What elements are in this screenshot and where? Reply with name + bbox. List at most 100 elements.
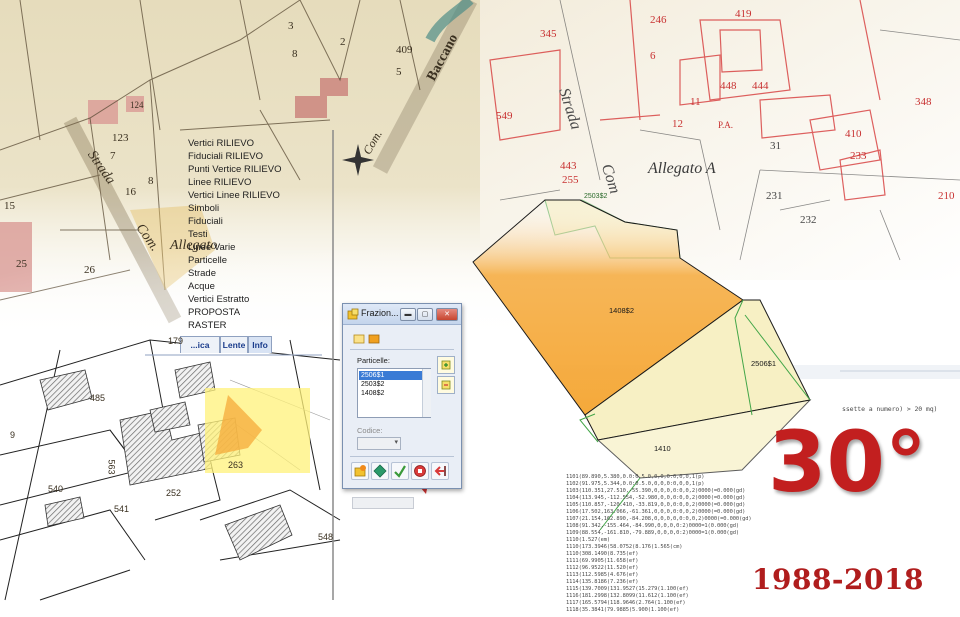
divider (350, 349, 454, 350)
redline-label: 348 (915, 96, 932, 108)
chevron-down-icon: ▾ (394, 439, 398, 446)
redline-label: 11 (690, 96, 701, 108)
cad-parcel-label: 1410 (654, 444, 671, 453)
open-folder-icon (353, 334, 365, 344)
redline-label: 12 (672, 118, 683, 130)
add-icon (441, 360, 451, 370)
layer-item[interactable]: RASTER (188, 320, 227, 331)
old-map-label: 124 (130, 100, 144, 110)
layer-item[interactable]: Vertici Linee RILIEVO (188, 190, 280, 201)
layer-item[interactable]: Punti Vertice RILIEVO (188, 164, 281, 175)
parcel-label: 540 (48, 484, 64, 494)
old-map-label: 3 (288, 20, 294, 32)
terminal-line: 1110(1.527(em) (566, 537, 611, 543)
stop-button[interactable] (411, 462, 429, 480)
redline-label: 448 (720, 80, 737, 92)
particelle-list[interactable]: 2506$1 2503$2 1408$2 (357, 368, 431, 418)
terminal-line: 1111(69.9905(11.658(ef) (566, 558, 639, 564)
terminal-line: 1104(113.945,-112.554,-52.980,0,0,0:0,0,… (566, 495, 746, 501)
terminal-line: 1117(165.5794(118.9646(2.764(1.100(ef) (566, 600, 686, 606)
terminal-line: 1106(17.502,163.066,-61.361,0,0,0,0:0,0,… (566, 509, 746, 515)
layer-item[interactable]: Fiduciali (188, 216, 223, 227)
map-background (0, 0, 960, 601)
layer-item[interactable]: Particelle (188, 255, 227, 266)
redline-label: 419 (735, 8, 752, 20)
cad-parcel-label: 2506$1 (751, 359, 777, 368)
maximize-button[interactable]: ▢ (417, 308, 433, 321)
layer-item[interactable]: Strade (188, 268, 216, 279)
particelle-label: Particelle: (357, 356, 390, 365)
list-item[interactable]: 1408$2 (359, 389, 424, 398)
old-map-label: 2 (340, 36, 346, 48)
terminal-line: 1115(139.7009(131.9527(15.279(1.100(ef) (566, 586, 689, 592)
redline-label: 443 (560, 160, 577, 172)
diamond-button[interactable] (371, 462, 389, 480)
tab-lente[interactable]: Lente (220, 336, 248, 353)
redline-label: 345 (540, 28, 557, 40)
anniversary-years: 1988-2018 (752, 563, 924, 596)
layer-item[interactable]: PROPOSTA (188, 307, 240, 318)
layer-item[interactable]: Acque (188, 281, 215, 292)
parcel-label: 179 (168, 336, 184, 346)
redline-label: 231 (766, 190, 783, 202)
folder-icon (368, 334, 380, 344)
redline-label: 6 (650, 50, 656, 62)
list-item[interactable]: 2503$2 (359, 380, 424, 389)
divider (350, 456, 454, 457)
redline-label: 31 (770, 140, 781, 152)
layer-item[interactable]: Linee RILIEVO (188, 177, 251, 188)
redline-label: P.A. (718, 120, 734, 130)
list-scrollbar[interactable] (422, 369, 431, 417)
redline-label: 233 (850, 150, 867, 162)
close-button[interactable]: ✕ (436, 308, 458, 321)
old-map-label: 25 (16, 258, 27, 270)
anniversary-number: 30° (768, 413, 927, 511)
layer-item[interactable]: Testi (188, 229, 208, 240)
terminal-line: 1110(308.1490(8.735(ef) (566, 551, 639, 557)
new-button[interactable] (351, 462, 369, 480)
tab-grafica[interactable]: ...ica (180, 336, 220, 353)
cad-parcel-label: 2503$2 (584, 193, 608, 200)
list-item[interactable]: 2506$1 (359, 371, 424, 380)
parcel-label: 9 (10, 430, 16, 440)
redline-label: 255 (562, 174, 579, 186)
status-strip (352, 497, 414, 509)
confirm-button[interactable] (391, 462, 409, 480)
redline-label: 246 (650, 14, 667, 26)
parcel-label: 252 (166, 488, 182, 498)
layer-item[interactable]: Simboli (188, 203, 219, 214)
redline-label: 210 (938, 190, 955, 202)
frazionamento-dialog: Frazion... ▬ ▢ ✕ Particelle: 2506$1 2503… (342, 303, 462, 489)
terminal-line: 1109(88.554,-161.810,-79.889,0,0,0,0:2)0… (566, 530, 739, 536)
old-map-label: 15 (4, 200, 15, 212)
folder-toolbar (353, 334, 380, 344)
redline-label: 549 (496, 110, 513, 122)
add-parcel-button[interactable] (437, 356, 455, 374)
old-map-label: 123 (112, 132, 129, 144)
terminal-line: 1118(35.3841(79.9885(5.900(1.100(ef) (566, 607, 680, 613)
terminal-line: 1110(173.3946(58.0752(8.176(1.565(cm) (566, 544, 683, 550)
tab-info[interactable]: Info (248, 336, 272, 353)
layer-item[interactable]: Linee Varie (188, 242, 235, 253)
minimize-button[interactable]: ▬ (400, 308, 416, 321)
codice-select[interactable]: ▾ (357, 437, 401, 450)
terminal-line: 1114(135.8186(7.236(ef) (566, 579, 639, 585)
app-icon (347, 308, 359, 320)
parcel-label: 548 (318, 532, 334, 542)
exit-button[interactable] (431, 462, 449, 480)
dialog-titlebar[interactable]: Frazion... ▬ ▢ ✕ (343, 304, 461, 325)
remove-parcel-button[interactable] (437, 376, 455, 394)
layer-item[interactable]: Vertici Estratto (188, 294, 249, 305)
old-map-label: 26 (84, 264, 95, 276)
terminal-line: 1112(96.9522(11.520(ef) (566, 565, 639, 571)
exit-arrow-icon (434, 466, 446, 476)
dialog-title: Frazion... (361, 308, 399, 318)
layer-item[interactable]: Fiduciali RILIEVO (188, 151, 263, 162)
layer-item[interactable]: Vertici RILIEVO (188, 138, 254, 149)
codice-label: Codice: (357, 426, 383, 435)
old-map-label: 409 (396, 44, 413, 56)
cad-parcel-label: 1408$2 (609, 306, 635, 315)
checkmark-icon (394, 465, 406, 478)
remove-icon (441, 380, 451, 390)
terminal-line: 1108(91.342,-155.464,-84.990,0,0,0,0:2)0… (566, 523, 739, 529)
